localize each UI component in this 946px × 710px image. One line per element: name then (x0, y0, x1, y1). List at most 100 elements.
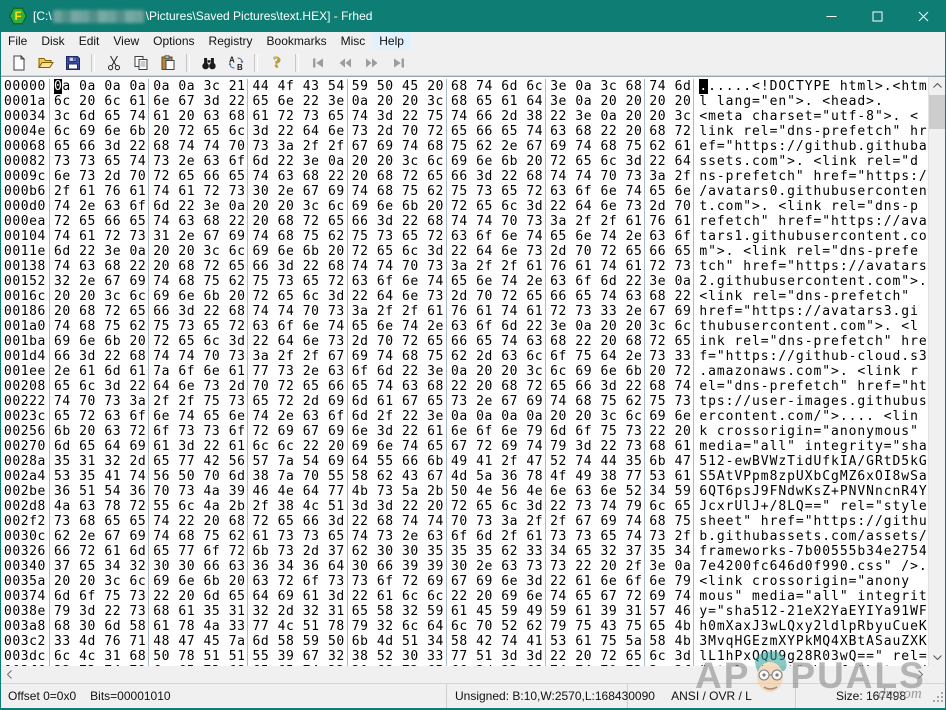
nav-last-button[interactable] (385, 51, 412, 74)
hex-row[interactable]: 00186 20 68 72 65 66 3d 22 68 74 74 70 73 3a… (1, 304, 928, 319)
question-mark-icon: ? (272, 53, 281, 71)
hex-row[interactable]: 002a4 53 35 41 74 56 50 70 6d 38 7a 70 55 58… (1, 469, 928, 484)
status-offset-section: Offset 0=0x0 Bits=00001010 (0, 684, 447, 708)
svg-text:B: B (237, 63, 243, 71)
toolbar-separator (295, 53, 299, 72)
save-button[interactable] (59, 51, 86, 74)
menu-misc[interactable]: Misc (334, 32, 373, 50)
window-title: [C:\ \Pictures\Saved Pictures\text.HEX] … (33, 9, 372, 23)
resize-grip[interactable] (932, 691, 944, 706)
menu-registry[interactable]: Registry (202, 32, 260, 50)
hex-row[interactable]: 00068 65 66 3d 22 68 74 74 70 73 3a 2f 2f 67… (1, 139, 928, 154)
hex-editor-area: 00000 0a 0a 0a 0a 0a 0a 3c 21 44 4f 43 54 59… (1, 76, 945, 666)
vertical-scroll-thumb[interactable] (929, 95, 945, 129)
scroll-right-arrow-icon[interactable] (912, 666, 929, 683)
hex-row[interactable]: 0011e 6d 22 3e 0a 20 20 3c 6c 69 6e 6b 20 72… (1, 244, 928, 259)
status-unsigned: Unsigned: B:10,W:2570,L:168430090 (455, 689, 655, 703)
hex-row[interactable]: 003a8 68 30 6d 58 61 78 4a 33 77 4c 51 78 79… (1, 619, 928, 634)
hex-row[interactable]: 003dc 6c 4c 31 68 50 78 51 51 55 39 67 32 38… (1, 649, 928, 664)
hex-row[interactable]: 00208 65 6c 3d 22 64 6e 73 2d 70 72 65 66 65… (1, 379, 928, 394)
hex-row[interactable]: 000b6 2f 61 76 61 74 61 72 73 30 2e 67 69 74… (1, 184, 928, 199)
menu-options[interactable]: Options (146, 32, 201, 50)
title-bar: F [C:\ \Pictures\Saved Pictures\text.HEX… (0, 0, 946, 32)
nav-next-button[interactable] (358, 51, 385, 74)
svg-text:F: F (14, 11, 21, 23)
find-button[interactable] (195, 51, 222, 74)
hex-row[interactable]: 0023c 65 72 63 6f 6e 74 65 6e 74 2e 63 6f 6d… (1, 409, 928, 424)
hex-row[interactable]: 00374 6d 6f 75 73 22 20 6d 65 64 69 61 3d 22… (1, 589, 928, 604)
hex-row[interactable]: 0009c 6e 73 2d 70 72 65 66 65 74 63 68 22 20… (1, 169, 928, 184)
vertical-scrollbar[interactable] (928, 77, 945, 666)
hex-row[interactable]: 0001a 6c 20 6c 61 6e 67 3d 22 65 6e 22 3e 0a… (1, 94, 928, 109)
status-bits: Bits=00001010 (90, 689, 171, 703)
cut-button[interactable] (100, 51, 127, 74)
hex-row[interactable]: 0016c 20 20 3c 6c 69 6e 6b 20 72 65 6c 3d 22… (1, 289, 928, 304)
scroll-down-arrow-icon[interactable] (929, 649, 945, 666)
nav-prev-button[interactable] (331, 51, 358, 74)
frhed-window: F [C:\ \Pictures\Saved Pictures\text.HEX… (0, 0, 946, 710)
hex-row[interactable]: 00222 74 70 73 3a 2f 2f 75 73 65 72 2d 69 6d… (1, 394, 928, 409)
help-button[interactable]: ? (263, 51, 290, 74)
toolbar-separator (186, 53, 190, 72)
hex-row[interactable]: 00340 37 65 34 32 30 30 66 63 36 34 36 64 30… (1, 559, 928, 574)
hex-row[interactable]: 0038e 79 3d 22 73 68 61 35 31 32 2d 32 31 65… (1, 604, 928, 619)
hex-row[interactable]: 00104 74 61 72 73 31 2e 67 69 74 68 75 62 75… (1, 229, 928, 244)
replace-button[interactable]: AB (222, 51, 249, 74)
nav-first-button[interactable] (304, 51, 331, 74)
status-mode: ANSI / OVR / L (671, 689, 752, 703)
status-size-section: Size: 167498 (796, 684, 946, 708)
status-unsigned-section: Unsigned: B:10,W:2570,L:168430090 (447, 684, 655, 708)
scroll-left-arrow-icon[interactable] (1, 666, 18, 683)
menu-view[interactable]: View (106, 32, 146, 50)
hex-row[interactable]: 001a0 74 68 75 62 75 73 65 72 63 6f 6e 74 65… (1, 319, 928, 334)
menu-file[interactable]: File (1, 32, 34, 50)
hex-row[interactable]: 00082 73 73 65 74 73 2e 63 6f 6d 22 3e 0a 20… (1, 154, 928, 169)
hex-row[interactable]: 00138 74 63 68 22 20 68 72 65 66 3d 22 68 74… (1, 259, 928, 274)
scrollbar-corner (929, 666, 945, 683)
toolbar-separator (91, 53, 95, 72)
hex-row[interactable]: 00326 66 72 61 6d 65 77 6f 72 6b 73 2d 37 62… (1, 544, 928, 559)
hex-row[interactable]: 001ba 69 6e 6b 20 72 65 6c 3d 22 64 6e 73 2d… (1, 334, 928, 349)
hex-row[interactable]: 00000 0a 0a 0a 0a 0a 0a 3c 21 44 4f 43 54 59… (1, 79, 928, 94)
hex-row[interactable]: 0028a 35 31 32 2d 65 77 42 56 57 7a 54 69 64… (1, 454, 928, 469)
hex-row[interactable]: 000ea 72 65 66 65 74 63 68 22 20 68 72 65 66… (1, 214, 928, 229)
minimize-button[interactable] (808, 0, 854, 32)
menu-bookmarks[interactable]: Bookmarks (260, 32, 334, 50)
hex-row[interactable]: 00256 6b 20 63 72 6f 73 73 6f 72 69 67 69 6e… (1, 424, 928, 439)
frhed-app-icon: F (9, 7, 27, 25)
hex-row[interactable]: 002be 36 51 54 36 70 73 4a 39 46 4e 64 77 4b… (1, 484, 928, 499)
copy-button[interactable] (127, 51, 154, 74)
hex-row[interactable]: 001d4 66 3d 22 68 74 74 70 73 3a 2f 2f 67 69… (1, 349, 928, 364)
hex-row[interactable]: 002f2 73 68 65 65 74 22 20 68 72 65 66 3d 22… (1, 514, 928, 529)
hex-row[interactable]: 00270 6d 65 64 69 61 3d 22 61 6c 6c 22 20 69… (1, 439, 928, 454)
hex-row[interactable]: 001ee 2e 61 6d 61 7a 6f 6e 61 77 73 2e 63 6f… (1, 364, 928, 379)
redacted-path-segment (52, 9, 145, 23)
menu-disk[interactable]: Disk (34, 32, 71, 50)
hex-row[interactable]: 0035a 20 20 3c 6c 69 6e 6b 20 63 72 6f 73 73… (1, 574, 928, 589)
hex-row[interactable]: 00152 32 2e 67 69 74 68 75 62 75 73 65 72 63… (1, 274, 928, 289)
open-file-button[interactable] (32, 51, 59, 74)
hex-row[interactable]: 0030c 62 2e 67 69 74 68 75 62 61 73 73 65 74… (1, 529, 928, 544)
close-button[interactable] (900, 0, 946, 32)
status-bar: Offset 0=0x0 Bits=00001010 Unsigned: B:1… (0, 683, 946, 708)
hex-row[interactable]: 00034 3c 6d 65 74 61 20 63 68 61 72 73 65 74… (1, 109, 928, 124)
title-suffix: \Pictures\Saved Pictures\text.HEX] - Frh… (145, 9, 373, 23)
hex-row[interactable]: 0004e 6c 69 6e 6b 20 72 65 6c 3d 22 64 6e 73… (1, 124, 928, 139)
status-size: Size: 167498 (835, 689, 907, 703)
horizontal-scrollbar[interactable] (1, 666, 929, 683)
toolbar: AB ? (1, 50, 945, 76)
hex-grid[interactable]: 00000 0a 0a 0a 0a 0a 0a 3c 21 44 4f 43 54 59… (1, 77, 928, 666)
paste-button[interactable] (154, 51, 181, 74)
menu-edit[interactable]: Edit (72, 32, 107, 50)
hex-row[interactable]: 000d0 74 2e 63 6f 6d 22 3e 0a 20 20 3c 6c 69… (1, 199, 928, 214)
scroll-up-arrow-icon[interactable] (929, 77, 945, 94)
status-offset: Offset 0=0x0 (8, 689, 77, 703)
new-file-button[interactable] (5, 51, 32, 74)
hex-row[interactable]: 003c2 33 4d 76 71 48 47 45 7a 6d 58 59 50 6b… (1, 634, 928, 649)
toolbar-separator (254, 53, 258, 72)
menu-bar: File Disk Edit View Options Registry Bookmarks… (1, 32, 945, 50)
maximize-button[interactable] (854, 0, 900, 32)
hex-row[interactable]: 002d8 4a 63 78 72 55 6c 4a 2b 2f 38 4c 51 3d… (1, 499, 928, 514)
window-controls (808, 0, 946, 32)
menu-help[interactable]: Help (372, 32, 411, 50)
